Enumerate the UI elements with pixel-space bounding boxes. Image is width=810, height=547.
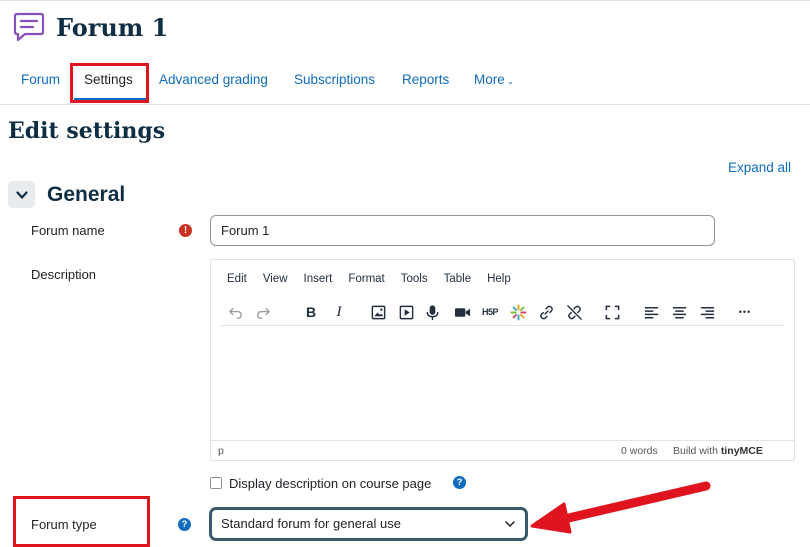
editor-toolbar: B I H5P ••• xyxy=(221,298,785,326)
display-description-checkbox[interactable] xyxy=(210,477,222,489)
link-icon[interactable] xyxy=(534,300,558,324)
built-with-text: Build with xyxy=(673,445,718,457)
record-video-icon[interactable] xyxy=(450,300,474,324)
forum-type-label: Forum type xyxy=(31,517,97,532)
tab-advanced-grading[interactable]: Advanced grading xyxy=(159,62,268,98)
display-description-label[interactable]: Display description on course page xyxy=(229,476,431,491)
element-path[interactable]: p xyxy=(218,445,224,457)
editor-menubar: Edit View Insert Format Tools Table Help xyxy=(211,268,519,290)
more-icon[interactable]: ••• xyxy=(733,300,757,324)
tab-settings[interactable]: Settings xyxy=(84,62,133,98)
required-icon: ! xyxy=(179,224,192,237)
tab-more[interactable]: More ⌄ xyxy=(474,62,514,98)
top-border xyxy=(0,0,810,1)
fullscreen-icon[interactable] xyxy=(600,300,624,324)
menu-insert[interactable]: Insert xyxy=(296,268,341,290)
forum-type-selected-value: Standard forum for general use xyxy=(221,516,401,531)
align-right-icon[interactable] xyxy=(695,300,719,324)
record-audio-icon[interactable] xyxy=(420,300,444,324)
section-title-general: General xyxy=(47,183,126,206)
menu-table[interactable]: Table xyxy=(436,268,480,290)
editor-statusbar: p 0 words Build with tinyMCE xyxy=(211,440,794,460)
menu-help[interactable]: Help xyxy=(479,268,519,290)
word-count[interactable]: 0 words xyxy=(621,445,658,457)
page-heading: Forum 1 xyxy=(56,12,169,42)
tab-forum[interactable]: Forum xyxy=(21,62,60,98)
unlink-icon[interactable] xyxy=(562,300,586,324)
menu-view[interactable]: View xyxy=(255,268,296,290)
tinymce-branding[interactable]: Build with tinyMCE xyxy=(673,445,763,457)
active-tab-indicator xyxy=(74,98,146,101)
h5p-icon[interactable]: H5P xyxy=(478,300,502,324)
menu-format[interactable]: Format xyxy=(340,268,392,290)
image-icon[interactable] xyxy=(366,300,390,324)
chevron-down-icon xyxy=(504,510,516,547)
bold-icon[interactable]: B xyxy=(299,300,323,324)
undo-icon[interactable] xyxy=(223,300,247,324)
align-left-icon[interactable] xyxy=(639,300,663,324)
chevron-down-icon xyxy=(15,190,28,199)
forum-icon xyxy=(13,12,45,42)
description-label: Description xyxy=(31,267,97,282)
tab-more-label: More xyxy=(474,72,505,87)
section-collapse-toggle[interactable] xyxy=(8,181,35,208)
tab-subscriptions[interactable]: Subscriptions xyxy=(294,62,375,98)
align-center-icon[interactable] xyxy=(667,300,691,324)
redo-icon[interactable] xyxy=(251,300,275,324)
forum-type-select[interactable]: Standard forum for general use xyxy=(209,507,528,541)
editor-content-area[interactable] xyxy=(211,330,794,440)
tab-reports[interactable]: Reports xyxy=(402,62,449,98)
page-header: Forum 1 xyxy=(12,10,168,44)
red-arrow-annotation xyxy=(530,481,711,534)
forum-name-label: Forum name xyxy=(31,223,105,238)
secondary-navigation: Forum Settings Advanced grading Subscrip… xyxy=(0,62,810,105)
menu-edit[interactable]: Edit xyxy=(211,268,255,290)
chevron-down-icon: ⌄ xyxy=(506,76,515,86)
multimedia-icon[interactable] xyxy=(506,300,530,324)
help-icon[interactable]: ? xyxy=(178,518,191,531)
media-icon[interactable] xyxy=(394,300,418,324)
italic-icon[interactable]: I xyxy=(327,300,351,324)
page-title: Edit settings xyxy=(8,118,166,144)
tinymce-logo: tinyMCE xyxy=(720,445,763,457)
help-icon[interactable]: ? xyxy=(453,476,466,489)
expand-all-link[interactable]: Expand all xyxy=(728,160,791,175)
forum-name-input[interactable]: Forum 1 xyxy=(210,215,715,246)
menu-tools[interactable]: Tools xyxy=(393,268,436,290)
description-editor: Edit View Insert Format Tools Table Help… xyxy=(210,259,795,461)
